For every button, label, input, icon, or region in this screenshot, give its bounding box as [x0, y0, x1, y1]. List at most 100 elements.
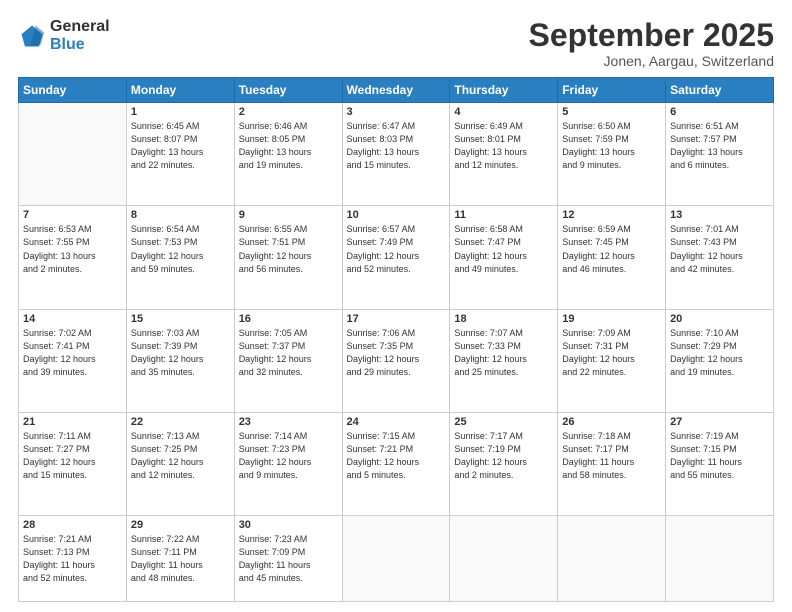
calendar-cell: 23 Sunrise: 7:14 AMSunset: 7:23 PMDayligh…: [234, 412, 342, 515]
day-header-sunday: Sunday: [19, 78, 127, 103]
day-info: Sunrise: 6:57 AMSunset: 7:49 PMDaylight:…: [347, 223, 446, 275]
logo-icon: [18, 22, 46, 50]
logo-text: General Blue: [50, 18, 110, 55]
calendar-week-row: 7 Sunrise: 6:53 AMSunset: 7:55 PMDaylight…: [19, 206, 774, 309]
day-info: Sunrise: 7:14 AMSunset: 7:23 PMDaylight:…: [239, 430, 338, 482]
day-number: 27: [670, 416, 769, 428]
calendar-cell: [666, 516, 774, 602]
day-number: 17: [347, 313, 446, 325]
day-info: Sunrise: 7:18 AMSunset: 7:17 PMDaylight:…: [562, 430, 661, 482]
day-number: 28: [23, 519, 122, 531]
day-info: Sunrise: 7:10 AMSunset: 7:29 PMDaylight:…: [670, 327, 769, 379]
day-info: Sunrise: 6:54 AMSunset: 7:53 PMDaylight:…: [131, 223, 230, 275]
day-number: 5: [562, 106, 661, 118]
day-info: Sunrise: 7:03 AMSunset: 7:39 PMDaylight:…: [131, 327, 230, 379]
day-info: Sunrise: 6:46 AMSunset: 8:05 PMDaylight:…: [239, 120, 338, 172]
calendar-cell: 29Sunrise: 7:22 AMSunset: 7:11 PMDayligh…: [126, 516, 234, 602]
day-number: 11: [454, 209, 553, 221]
day-number: 2: [239, 106, 338, 118]
day-info: Sunrise: 7:23 AMSunset: 7:09 PMDaylight:…: [239, 533, 338, 585]
day-number: 8: [131, 209, 230, 221]
calendar-cell: [450, 516, 558, 602]
calendar-week-row: 14 Sunrise: 7:02 AMSunset: 7:41 PMDayligh…: [19, 309, 774, 412]
day-number: 6: [670, 106, 769, 118]
calendar-cell: 4 Sunrise: 6:49 AMSunset: 8:01 PMDaylight…: [450, 103, 558, 206]
day-number: 14: [23, 313, 122, 325]
calendar-cell: [558, 516, 666, 602]
calendar-cell: 30 Sunrise: 7:23 AMSunset: 7:09 PMDayligh…: [234, 516, 342, 602]
calendar-cell: 11 Sunrise: 6:58 AMSunset: 7:47 PMDayligh…: [450, 206, 558, 309]
day-info: Sunrise: 7:11 AMSunset: 7:27 PMDaylight:…: [23, 430, 122, 482]
calendar-table: SundayMondayTuesdayWednesdayThursdayFrid…: [18, 77, 774, 602]
calendar-cell: 12Sunrise: 6:59 AMSunset: 7:45 PMDayligh…: [558, 206, 666, 309]
calendar-week-row: 28 Sunrise: 7:21 AMSunset: 7:13 PMDayligh…: [19, 516, 774, 602]
day-info: Sunrise: 7:17 AMSunset: 7:19 PMDaylight:…: [454, 430, 553, 482]
day-number: 19: [562, 313, 661, 325]
day-header-wednesday: Wednesday: [342, 78, 450, 103]
day-info: Sunrise: 6:49 AMSunset: 8:01 PMDaylight:…: [454, 120, 553, 172]
calendar-cell: 26 Sunrise: 7:18 AMSunset: 7:17 PMDayligh…: [558, 412, 666, 515]
calendar-cell: 3Sunrise: 6:47 AMSunset: 8:03 PMDaylight…: [342, 103, 450, 206]
day-number: 21: [23, 416, 122, 428]
title-block: September 2025 Jonen, Aargau, Switzerlan…: [529, 18, 774, 69]
day-info: Sunrise: 7:09 AMSunset: 7:31 PMDaylight:…: [562, 327, 661, 379]
calendar-cell: 16 Sunrise: 7:05 AMSunset: 7:37 PMDayligh…: [234, 309, 342, 412]
calendar-cell: 20 Sunrise: 7:10 AMSunset: 7:29 PMDayligh…: [666, 309, 774, 412]
day-number: 9: [239, 209, 338, 221]
logo: General Blue: [18, 18, 110, 55]
day-info: Sunrise: 7:02 AMSunset: 7:41 PMDaylight:…: [23, 327, 122, 379]
day-header-tuesday: Tuesday: [234, 78, 342, 103]
calendar-cell: 5 Sunrise: 6:50 AMSunset: 7:59 PMDaylight…: [558, 103, 666, 206]
day-info: Sunrise: 7:05 AMSunset: 7:37 PMDaylight:…: [239, 327, 338, 379]
calendar-cell: 22Sunrise: 7:13 AMSunset: 7:25 PMDayligh…: [126, 412, 234, 515]
day-number: 13: [670, 209, 769, 221]
logo-line2: Blue: [50, 36, 110, 54]
day-number: 25: [454, 416, 553, 428]
calendar-week-row: 21 Sunrise: 7:11 AMSunset: 7:27 PMDayligh…: [19, 412, 774, 515]
calendar-cell: 17Sunrise: 7:06 AMSunset: 7:35 PMDayligh…: [342, 309, 450, 412]
header: General Blue September 2025 Jonen, Aarga…: [18, 18, 774, 69]
day-number: 30: [239, 519, 338, 531]
day-info: Sunrise: 7:13 AMSunset: 7:25 PMDaylight:…: [131, 430, 230, 482]
calendar-cell: 18 Sunrise: 7:07 AMSunset: 7:33 PMDayligh…: [450, 309, 558, 412]
calendar-cell: 21 Sunrise: 7:11 AMSunset: 7:27 PMDayligh…: [19, 412, 127, 515]
day-number: 15: [131, 313, 230, 325]
calendar-cell: 10 Sunrise: 6:57 AMSunset: 7:49 PMDayligh…: [342, 206, 450, 309]
day-header-thursday: Thursday: [450, 78, 558, 103]
day-info: Sunrise: 6:59 AMSunset: 7:45 PMDaylight:…: [562, 223, 661, 275]
day-info: Sunrise: 7:01 AMSunset: 7:43 PMDaylight:…: [670, 223, 769, 275]
calendar-header-row: SundayMondayTuesdayWednesdayThursdayFrid…: [19, 78, 774, 103]
calendar-cell: 13 Sunrise: 7:01 AMSunset: 7:43 PMDayligh…: [666, 206, 774, 309]
day-number: 7: [23, 209, 122, 221]
calendar-cell: 24 Sunrise: 7:15 AMSunset: 7:21 PMDayligh…: [342, 412, 450, 515]
day-info: Sunrise: 7:19 AMSunset: 7:15 PMDaylight:…: [670, 430, 769, 482]
day-number: 24: [347, 416, 446, 428]
day-number: 10: [347, 209, 446, 221]
day-info: Sunrise: 7:21 AMSunset: 7:13 PMDaylight:…: [23, 533, 122, 585]
calendar-cell: [19, 103, 127, 206]
day-info: Sunrise: 6:50 AMSunset: 7:59 PMDaylight:…: [562, 120, 661, 172]
calendar-cell: 19 Sunrise: 7:09 AMSunset: 7:31 PMDayligh…: [558, 309, 666, 412]
calendar-cell: 9 Sunrise: 6:55 AMSunset: 7:51 PMDaylight…: [234, 206, 342, 309]
page: General Blue September 2025 Jonen, Aarga…: [0, 0, 792, 612]
calendar-cell: [342, 516, 450, 602]
calendar-cell: 8 Sunrise: 6:54 AMSunset: 7:53 PMDaylight…: [126, 206, 234, 309]
day-info: Sunrise: 7:07 AMSunset: 7:33 PMDaylight:…: [454, 327, 553, 379]
day-info: Sunrise: 6:58 AMSunset: 7:47 PMDaylight:…: [454, 223, 553, 275]
day-info: Sunrise: 6:53 AMSunset: 7:55 PMDaylight:…: [23, 223, 122, 275]
day-number: 23: [239, 416, 338, 428]
logo-line1: General: [50, 18, 110, 36]
day-info: Sunrise: 6:55 AMSunset: 7:51 PMDaylight:…: [239, 223, 338, 275]
day-info: Sunrise: 7:22 AMSunset: 7:11 PMDaylight:…: [131, 533, 230, 585]
day-number: 20: [670, 313, 769, 325]
day-info: Sunrise: 7:15 AMSunset: 7:21 PMDaylight:…: [347, 430, 446, 482]
day-number: 16: [239, 313, 338, 325]
calendar-cell: 15 Sunrise: 7:03 AMSunset: 7:39 PMDayligh…: [126, 309, 234, 412]
day-number: 18: [454, 313, 553, 325]
calendar-cell: 25 Sunrise: 7:17 AMSunset: 7:19 PMDayligh…: [450, 412, 558, 515]
day-info: Sunrise: 6:45 AMSunset: 8:07 PMDaylight:…: [131, 120, 230, 172]
day-info: Sunrise: 6:47 AMSunset: 8:03 PMDaylight:…: [347, 120, 446, 172]
day-number: 4: [454, 106, 553, 118]
day-number: 26: [562, 416, 661, 428]
calendar-cell: 6Sunrise: 6:51 AMSunset: 7:57 PMDaylight…: [666, 103, 774, 206]
